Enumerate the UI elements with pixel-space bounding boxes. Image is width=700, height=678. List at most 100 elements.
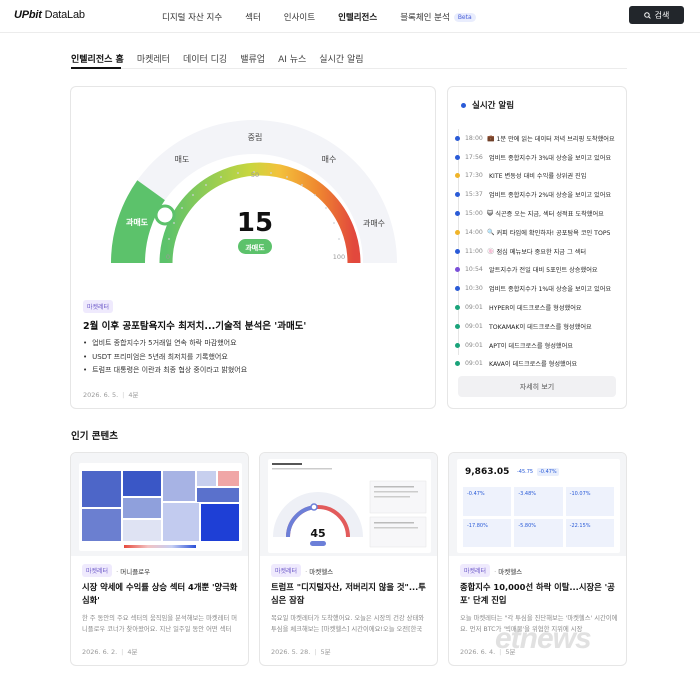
alert-dot-icon [455, 305, 460, 311]
alert-dot-icon [455, 267, 460, 273]
card-tag: 마켓레터 [271, 564, 302, 577]
mini-line [272, 463, 302, 465]
card-date: 2026. 6. 2. [82, 648, 118, 656]
alerts-header: 실시간 알림 [461, 99, 514, 111]
thumb-stat: -10.07% [565, 487, 614, 516]
lead-bullet: USDT 프리미엄은 5년래 최저치를 기록했어요 [83, 351, 247, 365]
card-subtag: 머니플로우 [116, 566, 150, 576]
mini-line [374, 486, 414, 488]
alert-text: KITE 변동성 대비 수익률 상위권 진입 [489, 173, 587, 181]
treemap-block [201, 504, 239, 541]
fear-greed-card[interactable]: 과매도 매도 중립 매수 과매수 0 50 100 15 과매도 마켓레터 2월… [70, 86, 436, 409]
live-dot-icon [461, 102, 466, 108]
alert-item[interactable]: 18:00 💼 1분 만에 읽는 데이터 저녁 브리핑 도착했어요 [455, 129, 615, 148]
nav-item-blockchain-analysis[interactable]: 블록체인 분석 Beta [400, 11, 476, 23]
alert-time: 09:01 [465, 341, 483, 349]
treemap-block [123, 471, 161, 496]
thumb-index-change: -45.75 [517, 469, 534, 475]
alert-text: 업비트 종합지수가 3%대 상승을 보이고 있어요 [489, 154, 612, 162]
alert-item[interactable]: 09:01 KAVA이 데드크로스를 형성했어요 [455, 355, 615, 374]
nav-item-digital-asset-index[interactable]: 디지털 자산 지수 [162, 11, 222, 23]
content-card[interactable]: 마켓레터 머니플로우 시장 약세에 수익률 상승 섹터 4개뿐 '양극화 심화'… [70, 452, 249, 666]
search-icon [643, 11, 651, 19]
alert-dot-icon [455, 192, 460, 198]
alert-item[interactable]: 09:01 TOKAMAK이 데드크로스를 형성했어요 [455, 317, 615, 336]
alert-time: 10:30 [465, 285, 483, 293]
tab-realtime-alerts[interactable]: 실시간 알림 [319, 52, 363, 65]
search-button[interactable]: 검색 [629, 6, 684, 24]
alert-time: 15:37 [465, 191, 483, 199]
tab-value-up[interactable]: 밸류업 [240, 52, 265, 65]
alert-text: 1분 만에 읽는 데이터 저녁 브리핑 도착했어요 [496, 135, 615, 143]
lead-bullet: 트럼프 대통령은 이란과 최종 협상 중이라고 밝혔어요 [83, 364, 247, 378]
treemap-block [82, 509, 121, 541]
alert-item[interactable]: 17:30 KITE 변동성 대비 수익률 상위권 진입 [455, 167, 615, 186]
gauge-svg: 과매도 매도 중립 매수 과매수 0 50 100 15 과매도 [110, 120, 397, 264]
alert-text: KAVA이 데드크로스를 형성했어요 [489, 361, 578, 369]
tab-market-letter[interactable]: 마켓레터 [137, 52, 170, 65]
alerts-more-button[interactable]: 자세히 보기 [458, 376, 616, 397]
card-date: 2026. 6. 4. [460, 648, 496, 656]
logo-product: DataLab [41, 9, 85, 21]
treemap-block [197, 471, 216, 486]
nav-item-sector[interactable]: 섹터 [245, 11, 261, 23]
card-excerpt: 한 주 동안의 주요 섹터의 움직임을 분석해보는 마켓레터 머니플로우 코너가… [82, 615, 238, 633]
alert-text: 업비트 종합지수가 1%대 상승을 보이고 있어요 [489, 286, 612, 294]
lead-article-title[interactable]: 2월 이후 공포탐욕지수 최저치...기술적 분석은 '과매도' [83, 318, 306, 332]
alert-item[interactable]: 10:54 알트지수가 전일 대비 5포인트 상승했어요 [455, 261, 615, 280]
nav-item-intelligence[interactable]: 인텔리전스 [338, 11, 377, 23]
gauge-zone-buy: 매수 [322, 155, 337, 164]
realtime-alerts-card: 실시간 알림 18:00 💼 1분 만에 읽는 데이터 저녁 브리핑 도착했어요 1… [447, 86, 627, 409]
alert-item[interactable]: 09:01 HYPER이 데드크로스를 형성했어요 [455, 298, 615, 317]
thumb-panel: 9,863.05 -45.75 -0.47% -0.47% -3.48% -10… [457, 459, 620, 553]
alert-item[interactable]: 09:01 APT이 데드크로스를 형성했어요 [455, 336, 615, 355]
alert-dot-icon [455, 286, 460, 292]
alert-text: 점심 메뉴보다 중요한 지금 그 섹터 [496, 248, 587, 256]
lead-article-meta: 2026. 6. 5. | 4분 [83, 391, 139, 399]
alert-dot-icon [455, 342, 460, 348]
mini-line [272, 468, 332, 470]
alert-item[interactable]: 11:00 🍥 점심 메뉴보다 중요한 지금 그 섹터 [455, 242, 615, 261]
treemap-block [123, 520, 161, 541]
alert-item[interactable]: 15:37 업비트 종합지수가 2%대 상승을 보이고 있어요 [455, 185, 615, 204]
alert-dot-icon [455, 211, 460, 217]
alert-text: HYPER이 데드크로스를 형성했어요 [489, 305, 582, 313]
content-card[interactable]: 45 마켓레터 마켓헬스 트럼프 "디지털자산, 저버리지 않을 것"...투심… [259, 452, 438, 666]
top-navigation-bar: UPbit DataLab 디지털 자산 지수 섹터 인사이트 인텔리전스 블록… [0, 0, 700, 33]
alert-dot-icon [455, 135, 460, 141]
treemap-block [197, 488, 239, 502]
tab-ai-news[interactable]: AI 뉴스 [278, 52, 306, 65]
card-date: 2026. 5. 28. [271, 648, 311, 656]
alert-emoji-icon: 💼 [487, 134, 495, 142]
lead-article-date: 2026. 6. 5. [83, 391, 119, 399]
lead-bullet: 업비트 종합지수가 5거래일 연속 하락 마감했어요 [83, 337, 247, 351]
nav-item-insight[interactable]: 인사이트 [284, 11, 315, 23]
intelligence-subnav: 인텔리전스 홈 마켓레터 데이터 디깅 밸류업 AI 뉴스 실시간 알림 [71, 52, 377, 65]
alert-item[interactable]: 10:30 업비트 종합지수가 1%대 상승을 보이고 있어요 [455, 279, 615, 298]
alert-dot-icon [455, 154, 460, 160]
alert-dot-icon [455, 229, 460, 235]
alert-item[interactable]: 15:00 😺 식곤증 오는 지금, 섹터 성적표 도착했어요 [455, 204, 615, 223]
tab-intelligence-home[interactable]: 인텔리전스 홈 [71, 52, 124, 65]
fear-greed-gauge: 과매도 매도 중립 매수 과매수 0 50 100 15 과매도 [71, 87, 435, 287]
alert-time: 17:30 [465, 172, 483, 180]
main-nav: 디지털 자산 지수 섹터 인사이트 인텔리전스 블록체인 분석 Beta [162, 11, 499, 23]
alert-dot-icon [455, 323, 460, 329]
thumb-stat: -17.80% [463, 518, 512, 547]
card-subtag: 마켓헬스 [494, 566, 522, 576]
card-title: 트럼프 "디지털자산, 저버리지 않을 것"...투심은 잠잠 [271, 582, 426, 605]
thumb-stat: -0.47% [463, 487, 512, 516]
alert-dot-icon [455, 173, 460, 179]
tab-data-digging[interactable]: 데이터 디깅 [183, 52, 227, 65]
treemap-block [163, 503, 199, 541]
alert-item[interactable]: 17:56 업비트 종합지수가 3%대 상승을 보이고 있어요 [455, 148, 615, 167]
thumb-stat: -22.15% [565, 518, 614, 547]
alert-time: 15:00 [465, 210, 483, 218]
mini-pill [310, 541, 326, 546]
alert-item[interactable]: 14:00 🔍 커피 타임에 확인하자! 공포탐욕 코인 TOP5 [455, 223, 615, 242]
lead-article-tag: 마켓레터 [83, 300, 114, 313]
card-tag: 마켓레터 [82, 564, 113, 577]
subnav-divider [71, 68, 627, 69]
upbit-datalab-logo[interactable]: UPbit DataLab [14, 9, 85, 21]
card-tag: 마켓레터 [460, 564, 491, 577]
